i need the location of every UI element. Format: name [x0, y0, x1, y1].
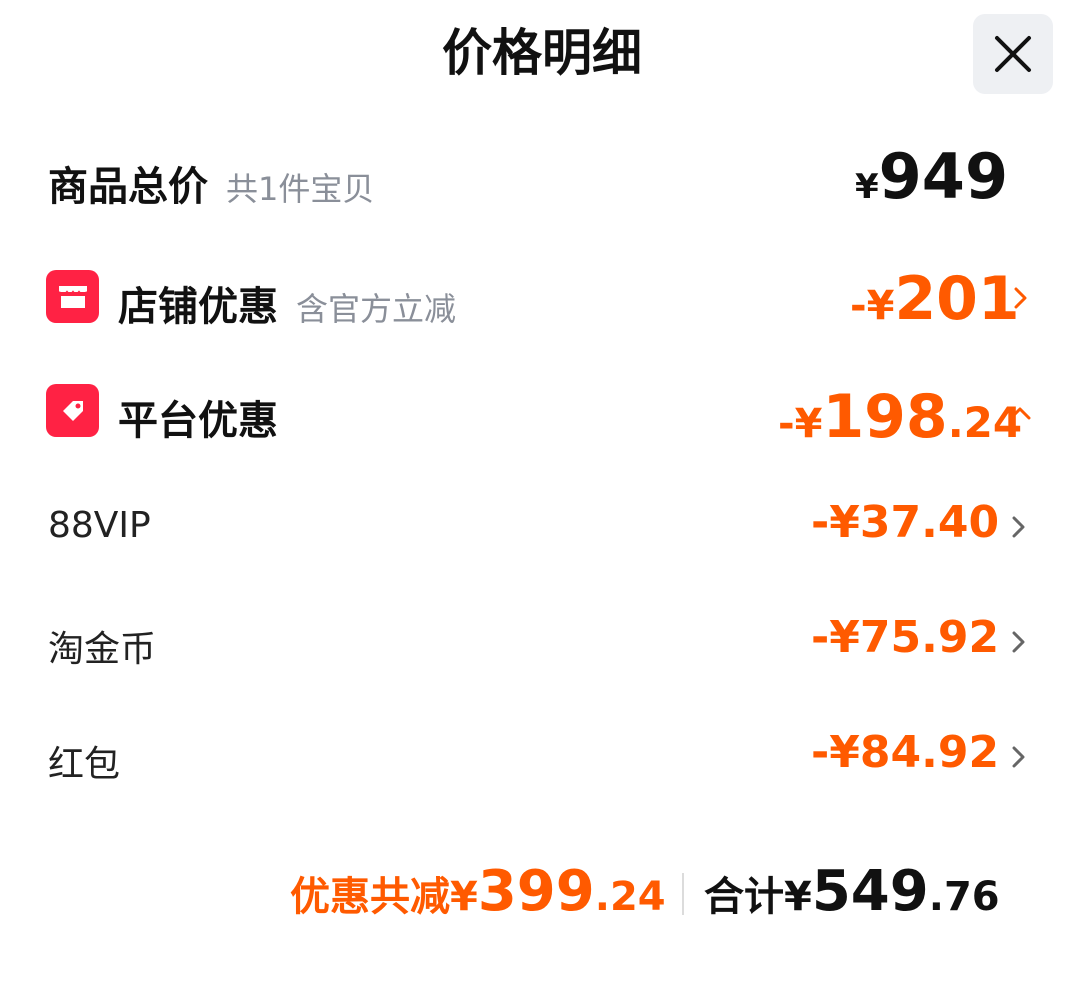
- page-title: 价格明细: [442, 24, 642, 82]
- goods-count: 共1件宝贝: [226, 170, 375, 208]
- list-item-88vip[interactable]: 88VIP -¥37.40: [0, 495, 1084, 565]
- close-button[interactable]: [973, 14, 1053, 94]
- divider: [682, 873, 684, 915]
- goods-total-label: 商品总价: [48, 164, 208, 210]
- chevron-right-icon: [1012, 746, 1025, 768]
- list-item-hongbao[interactable]: 红包 -¥84.92: [0, 725, 1084, 795]
- store-discount-label: 店铺优惠: [118, 284, 278, 330]
- store-icon: [46, 270, 99, 323]
- list-item-amount: -¥37.40: [811, 497, 1000, 548]
- goods-total-row: 商品总价 共1件宝贝 ¥949: [0, 140, 1084, 220]
- summary-bar: 优惠共减¥ 399.24 合计¥ 549.76: [0, 855, 1084, 935]
- list-item-taojinbi[interactable]: 淘金币 -¥75.92: [0, 610, 1084, 680]
- store-discount-row[interactable]: 店铺优惠 含官方立减 -¥ 201: [0, 262, 1084, 342]
- close-icon: [995, 36, 1031, 72]
- chevron-up-icon: [1009, 407, 1031, 420]
- chevron-right-icon: [1012, 516, 1025, 538]
- platform-discount-row[interactable]: 平台优惠 -¥ 198.24: [0, 378, 1084, 458]
- goods-total-amount: ¥949: [855, 140, 1009, 213]
- store-discount-note: 含官方立减: [296, 290, 457, 328]
- total-discount: 优惠共减¥ 399.24: [290, 859, 666, 924]
- chevron-right-icon: [1014, 287, 1027, 309]
- platform-discount-label: 平台优惠: [118, 398, 278, 444]
- list-item-label: 红包: [48, 744, 121, 785]
- list-item-amount: -¥75.92: [811, 612, 1000, 663]
- chevron-right-icon: [1012, 631, 1025, 653]
- platform-discount-amount: -¥ 198.24: [778, 382, 1023, 452]
- list-item-label: 88VIP: [48, 505, 151, 546]
- store-discount-amount: -¥ 201: [850, 264, 1020, 334]
- list-item-amount: -¥84.92: [811, 727, 1000, 778]
- coupon-tag-icon: [46, 384, 99, 437]
- list-item-label: 淘金币: [48, 629, 157, 670]
- order-total: 合计¥ 549.76: [704, 859, 1000, 924]
